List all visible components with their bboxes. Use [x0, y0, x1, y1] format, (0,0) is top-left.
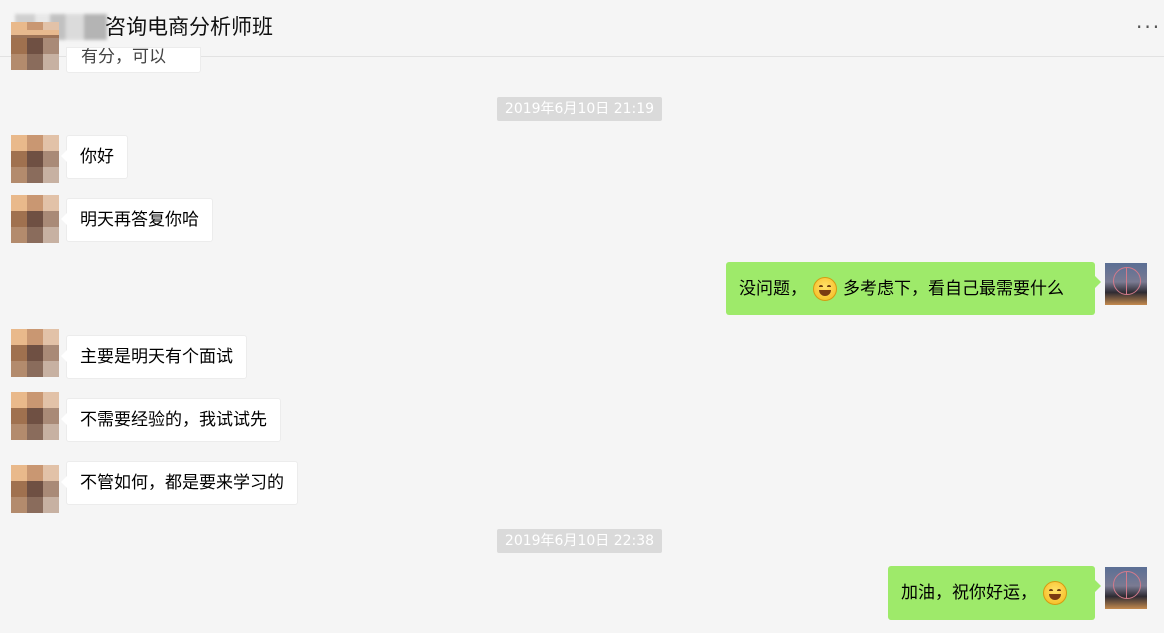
grinning-face-emoji-icon — [813, 276, 837, 301]
contact-avatar[interactable] — [11, 22, 59, 70]
received-message-bubble: 明天再答复你哈 — [61, 198, 213, 242]
contact-avatar[interactable] — [11, 465, 59, 513]
message-bubble-partial: 有分，可以 — [66, 47, 201, 73]
ferris-wheel-image — [1113, 571, 1141, 599]
received-message-bubble: 不需要经验的，我试试先 — [61, 398, 281, 442]
chat-title: 咨询电商分析师班 — [105, 15, 273, 39]
chat-message-area[interactable]: 有分，可以 2019年6月10日 21:19 你好 明天再答复你哈 没问题， 多… — [0, 22, 1164, 633]
sent-message-bubble: 没问题， 多考虑下，看自己最需要什么 — [726, 262, 1101, 315]
my-avatar[interactable] — [1105, 567, 1147, 609]
contact-avatar[interactable] — [11, 135, 59, 183]
contact-avatar[interactable] — [11, 195, 59, 243]
sent-text-before: 没问题， — [739, 278, 807, 299]
received-message-bubble: 主要是明天有个面试 — [61, 335, 247, 379]
contact-avatar[interactable] — [11, 329, 59, 377]
contact-avatar[interactable] — [11, 392, 59, 440]
more-dots-icon[interactable]: ··· — [1136, 17, 1160, 37]
ferris-wheel-image — [1113, 267, 1141, 295]
grinning-face-emoji-icon — [1043, 581, 1067, 605]
sent-text-before: 加油，祝你好运， — [901, 583, 1037, 603]
sent-message-bubble: 加油，祝你好运， — [888, 566, 1101, 620]
received-message-bubble: 你好 — [61, 135, 128, 179]
sent-text-after: 多考虑下，看自己最需要什么 — [843, 278, 1064, 299]
timestamp: 2019年6月10日 21:19 — [497, 97, 662, 121]
my-avatar[interactable] — [1105, 263, 1147, 305]
timestamp: 2019年6月10日 22:38 — [497, 529, 662, 553]
received-message-bubble: 不管如何，都是要来学习的 — [61, 461, 298, 505]
